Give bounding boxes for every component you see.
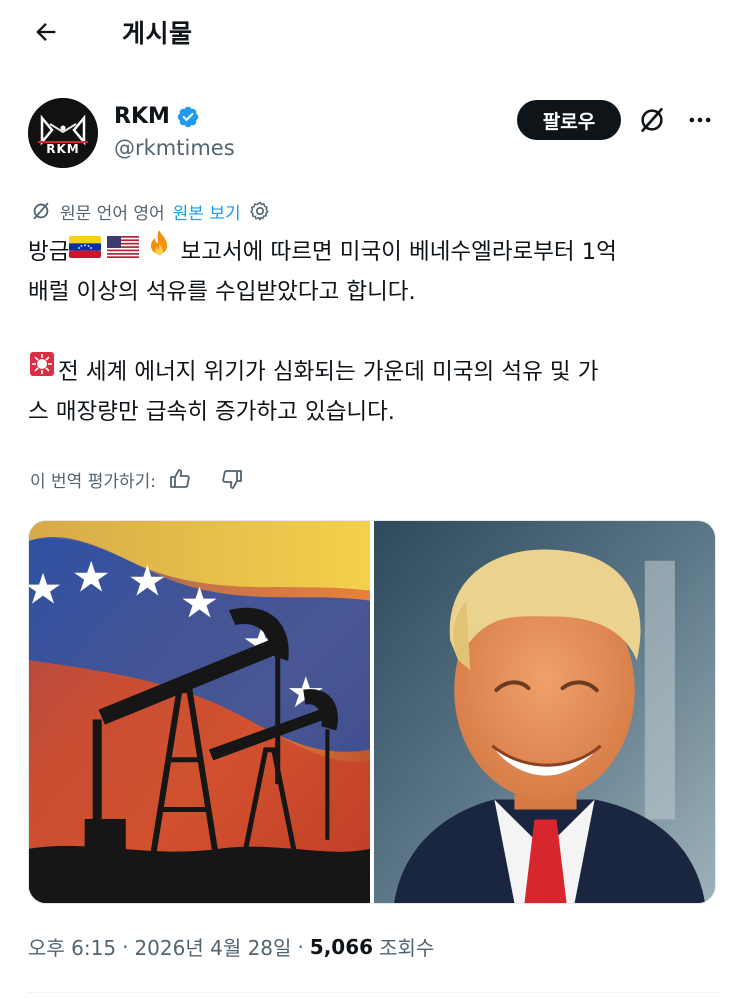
tweet-text: 방금 보고서에 따르면 미국이 베네수엘라로부터 1억 배럴 이상의 석유를 수…: [28, 229, 718, 432]
tweet-line-1: 방금 보고서에 따르면 미국이 베네수엘라로부터 1억: [28, 229, 718, 272]
trump-portrait-image[interactable]: [374, 521, 715, 903]
us-flag-icon: [107, 231, 140, 271]
fire-icon: [145, 229, 173, 272]
tweet-line-3-text: 전 세계 에너지 위기가 심화되는 가운데 미국의 석유 및 가: [58, 359, 599, 385]
verified-badge-icon: [176, 105, 200, 129]
follow-button[interactable]: 팔로우: [517, 100, 621, 140]
view-count-label: 조회수: [379, 936, 435, 960]
rate-translation-label: 이 번역 평가하기:: [30, 471, 157, 492]
meta-separator: ·: [122, 934, 129, 959]
display-name[interactable]: RKM: [114, 104, 200, 129]
translate-icon: [33, 202, 49, 220]
rkm-logo-icon: [28, 98, 98, 168]
divider: [28, 992, 718, 993]
back-button[interactable]: [28, 14, 64, 50]
thumbs-down-icon[interactable]: [220, 467, 244, 491]
author-row: RKM RKM @rkmtimes 팔로우: [28, 96, 718, 168]
tweet-line-4: 스 매장량만 급속히 증가하고 있습니다.: [28, 399, 395, 425]
more-icon: [689, 117, 711, 123]
tweet-time[interactable]: 오후 6:15: [28, 932, 116, 961]
tweet-date[interactable]: 2026년 4월 28일: [134, 932, 291, 961]
page-title: 게시물: [122, 19, 193, 48]
translation-row: 원문 언어 영어 원본 보기: [30, 198, 271, 224]
display-name-text: RKM: [114, 104, 170, 129]
tweet-line-3: 전 세계 에너지 위기가 심화되는 가운데 미국의 석유 및 가: [28, 352, 718, 392]
thumbs-up-icon[interactable]: [168, 467, 192, 491]
rate-translation-row: 이 번역 평가하기:: [30, 466, 244, 492]
arrow-left-icon: [36, 23, 56, 41]
meta-separator: ·: [297, 934, 304, 959]
handle[interactable]: @rkmtimes: [114, 136, 235, 160]
grok-icon: [641, 108, 663, 132]
tweet-line-2: 배럴 이상의 석유를 수입받았다고 합니다.: [28, 279, 416, 305]
avatar[interactable]: RKM: [28, 98, 98, 168]
tweet-meta: 오후 6:15 · 2026년 4월 28일 · 5,066 조회수: [28, 932, 434, 961]
media-gallery[interactable]: [28, 520, 716, 904]
avatar-text: RKM: [46, 142, 80, 156]
tweet-line-1-start: 방금: [28, 239, 70, 265]
show-original-link[interactable]: 원본 보기: [173, 199, 241, 224]
top-bar: 게시물: [0, 0, 743, 66]
oil-pump-flag-image[interactable]: [29, 521, 370, 903]
grok-button[interactable]: [634, 102, 670, 138]
translation-source-label: 원문 언어 영어: [60, 203, 165, 224]
more-button[interactable]: [682, 102, 718, 138]
venezuela-flag-icon: [69, 231, 102, 271]
tweet-line-1-end: 보고서에 따르면 미국이 베네수엘라로부터 1억: [173, 239, 617, 265]
view-count: 5,066: [309, 934, 374, 959]
siren-icon: [28, 350, 56, 391]
gear-icon[interactable]: [249, 200, 271, 222]
